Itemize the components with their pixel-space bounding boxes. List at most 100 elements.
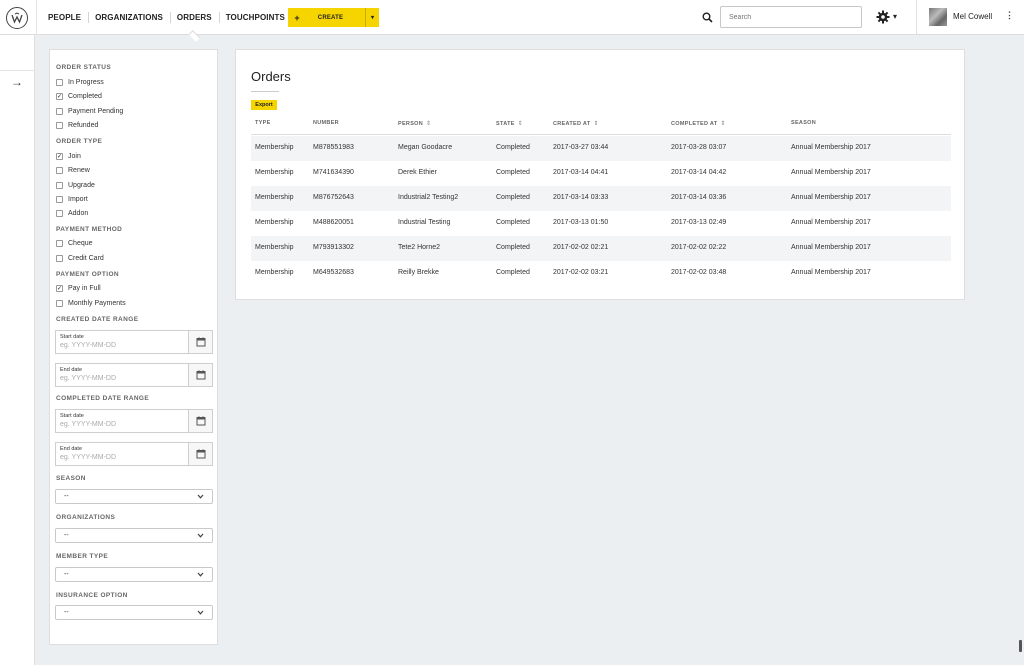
user-menu[interactable]: Mel Cowell ⋮ [916,0,1024,35]
cell-completed-at: 2017-02-02 03:48 [671,269,727,276]
date-placeholder: eg. YYYY-MM-DD [60,421,117,428]
filter-upgrade[interactable]: Upgrade [56,182,95,189]
sort-icon[interactable]: ⇕ [720,120,725,127]
calendar-icon[interactable] [188,364,212,386]
calendar-icon[interactable] [188,331,212,353]
checkbox-label: Renew [68,167,90,174]
filter-credit-card[interactable]: Credit Card [56,255,104,262]
calendar-icon[interactable] [188,410,212,432]
cell-number[interactable]: M876752643 [313,194,354,201]
checkbox-label: Refunded [68,122,99,129]
table-row[interactable]: Membership M741634390 Derek Ethier Compl… [251,161,951,186]
insurance-option-select[interactable]: -- [55,605,213,620]
filter-join[interactable]: ✓ Join [56,153,81,160]
cell-season: Annual Membership 2017 [791,144,871,151]
completed-start-date-field[interactable]: Start date eg. YYYY-MM-DD [55,409,213,433]
checkbox[interactable] [56,122,63,129]
kebab-menu-icon[interactable]: ⋮ [1005,10,1014,21]
filter-addon[interactable]: Addon [56,210,88,217]
completed-end-date-field[interactable]: End date eg. YYYY-MM-DD [55,442,213,466]
cell-person[interactable]: Reilly Brekke [398,269,439,276]
filter-renew[interactable]: Renew [56,167,90,174]
cell-type: Membership [255,219,294,226]
app-logo-icon[interactable] [6,7,28,29]
avatar[interactable] [929,8,947,26]
sort-icon[interactable]: ⇕ [593,120,598,127]
filter-pay-in-full[interactable]: ✓ Pay in Full [56,285,101,292]
season-select[interactable]: -- [55,489,213,504]
cell-number[interactable]: M793913302 [313,244,354,251]
created-start-date-field[interactable]: Start date eg. YYYY-MM-DD [55,330,213,354]
filter-in-progress[interactable]: In Progress [56,79,104,86]
checkbox[interactable] [56,182,63,189]
calendar-icon[interactable] [188,443,212,465]
filter-import[interactable]: Import [56,196,88,203]
filter-refunded[interactable]: Refunded [56,122,98,129]
checkbox[interactable] [56,79,63,86]
checkbox[interactable]: ✓ [56,93,63,100]
cell-number[interactable]: M741634390 [313,169,354,176]
member-type-select[interactable]: -- [55,567,213,582]
gear-icon[interactable] [876,10,890,24]
column-header-completed-at[interactable]: COMPLETED AT ⇕ [671,120,726,128]
cell-number[interactable]: M488620051 [313,219,354,226]
checkbox[interactable] [56,255,63,262]
column-header-label: CREATED AT [553,120,591,127]
checkbox[interactable] [56,108,63,115]
nav-touchpoints[interactable]: TOUCHPOINTS [218,0,292,35]
checkbox[interactable] [56,240,63,247]
checkbox[interactable]: ✓ [56,153,63,160]
expand-arrow-icon[interactable]: → [11,75,23,89]
checkbox[interactable] [56,196,63,203]
cell-person[interactable]: Tete2 Horne2 [398,244,440,251]
table-row[interactable]: Membership M876752643 Industrial2 Testin… [251,186,951,211]
checkbox-label: In Progress [68,79,104,86]
table-row[interactable]: Membership M793913302 Tete2 Horne2 Compl… [251,236,951,261]
checkbox[interactable] [56,300,63,307]
cell-number[interactable]: M649532683 [313,269,354,276]
settings-caret-icon[interactable]: ▾ [893,12,897,21]
nav-orders[interactable]: ORDERS [169,0,219,35]
nav-people[interactable]: PEOPLE [41,0,88,35]
checkbox[interactable] [56,167,63,174]
cell-person[interactable]: Derek Ethier [398,169,437,176]
filter-completed[interactable]: ✓ Completed [56,93,102,100]
filter-monthly-payments[interactable]: Monthly Payments [56,300,126,307]
column-header-state[interactable]: STATE ⇕ [496,120,523,128]
created-end-date-field[interactable]: End date eg. YYYY-MM-DD [55,363,213,387]
start-date-label: Start date [60,413,84,419]
checkbox-label: Monthly Payments [68,300,126,307]
sort-icon[interactable]: ⇕ [426,120,431,127]
filter-cheque[interactable]: Cheque [56,240,93,247]
cell-number[interactable]: M878551983 [313,144,354,151]
column-header-person[interactable]: PERSON ⇕ [398,120,431,128]
organizations-select[interactable]: -- [55,528,213,543]
cell-person[interactable]: Megan Goodacre [398,144,452,151]
scrollbar-thumb[interactable] [1019,640,1022,652]
cell-created-at: 2017-03-14 04:41 [553,169,609,176]
table-row[interactable]: Membership M488620051 Industrial Testing… [251,211,951,236]
checkbox[interactable] [56,210,63,217]
cell-completed-at: 2017-03-28 03:07 [671,144,727,151]
cell-person[interactable]: Industrial2 Testing2 [398,194,458,201]
sort-icon[interactable]: ⇕ [518,120,523,127]
user-name[interactable]: Mel Cowell [953,12,992,21]
nav-organizations[interactable]: ORGANIZATIONS [88,0,170,35]
filter-payment-pending[interactable]: Payment Pending [56,108,123,115]
column-header-created-at[interactable]: CREATED AT ⇕ [553,120,599,128]
column-header-season: SEASON [791,120,816,126]
cell-season: Annual Membership 2017 [791,269,871,276]
search-input[interactable] [720,6,862,28]
insurance-option-title: INSURANCE OPTION [56,592,128,599]
create-dropdown-caret-icon[interactable]: ▾ [365,8,379,27]
cell-person[interactable]: Industrial Testing [398,219,450,226]
table-row[interactable]: Membership M878551983 Megan Goodacre Com… [251,136,951,161]
table-row[interactable]: Membership M649532683 Reilly Brekke Comp… [251,261,951,286]
organizations-title: ORGANIZATIONS [56,514,116,521]
create-button[interactable]: + CREATE ▾ [288,8,379,27]
checkbox[interactable]: ✓ [56,285,63,292]
table-header: TYPE NUMBER PERSON ⇕ STATE ⇕ CREATED AT ⇕ C… [251,115,951,135]
cell-created-at: 2017-03-27 03:44 [553,144,609,151]
export-button[interactable]: Export [251,100,277,110]
search-icon[interactable] [702,12,713,23]
